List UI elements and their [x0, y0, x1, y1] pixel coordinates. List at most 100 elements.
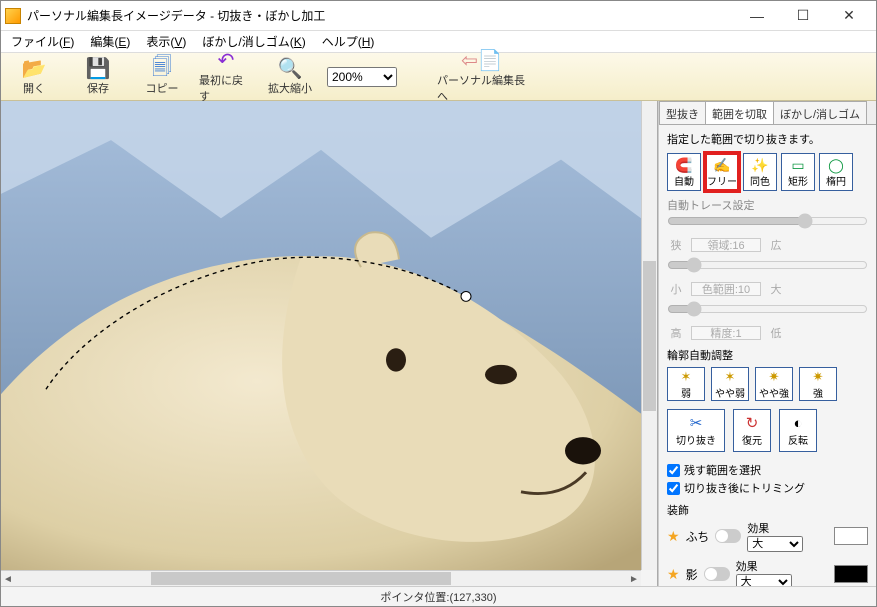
folder-open-icon: 📂: [22, 58, 47, 80]
area-value: [691, 238, 761, 252]
vscroll-thumb[interactable]: [643, 261, 656, 411]
close-button[interactable]: ✕: [826, 2, 872, 30]
zoom-select[interactable]: 200%: [327, 67, 397, 87]
narrow-label: 狭: [667, 237, 685, 253]
fuchi-size-select[interactable]: 大: [747, 536, 803, 552]
fuchi-toggle[interactable]: [715, 529, 741, 543]
adjust-mid-strong[interactable]: ✷やや強: [755, 367, 793, 401]
undo-label: 最初に戻す: [199, 72, 253, 104]
app-icon: [5, 8, 21, 24]
tool-ellipse[interactable]: ◯楕円: [819, 153, 853, 191]
maximize-button[interactable]: ☐: [780, 2, 826, 30]
prec-row: 高 低: [667, 325, 868, 341]
vertical-scrollbar[interactable]: [641, 101, 657, 570]
decorate-section: 装飾 ★ ふち 効果 大 ★ 影 効果: [667, 502, 868, 586]
selection-tools: 🧲自動 ✍フリー ✨同色 ▭矩形 ◯楕円: [667, 153, 868, 191]
tool-rect[interactable]: ▭矩形: [781, 153, 815, 191]
side-panel: 型抜き 範囲を切取 ぼかし/消しゴム 指定した範囲で切り抜きます。 🧲自動 ✍フ…: [658, 101, 876, 586]
horizontal-scrollbar[interactable]: ◄ ►: [1, 570, 641, 586]
wide-label: 広: [767, 237, 785, 253]
kage-toggle[interactable]: [704, 567, 730, 581]
invert-button[interactable]: ◐反転: [779, 409, 817, 452]
floppy-icon: 💾: [86, 58, 111, 80]
save-button[interactable]: 💾 保存: [71, 58, 125, 96]
magnet-icon: 🧲: [675, 157, 692, 173]
canvas-wrap: ◄ ►: [1, 101, 658, 586]
zoom-select-wrap: 200%: [327, 67, 397, 87]
kage-effect-label: 効果: [736, 558, 828, 574]
tab-katanuki[interactable]: 型抜き: [659, 101, 706, 124]
restore-button[interactable]: ↻復元: [733, 409, 771, 452]
low-label: 低: [767, 325, 785, 341]
open-label: 開く: [23, 80, 45, 96]
undo-button[interactable]: ↶ 最初に戻す: [199, 50, 253, 104]
canvas[interactable]: ◄ ►: [1, 101, 658, 586]
deco-fuchi-row: ★ ふち 効果 大: [667, 520, 868, 552]
kage-color-swatch[interactable]: [834, 565, 868, 583]
check-keep-box[interactable]: [667, 464, 680, 477]
expand-icon: ✷: [769, 369, 780, 385]
copy-label: コピー: [146, 80, 179, 96]
minimize-button[interactable]: —: [734, 2, 780, 30]
adjust-strong[interactable]: ✷強: [799, 367, 837, 401]
tool-same-color[interactable]: ✨同色: [743, 153, 777, 191]
rectangle-icon: ▭: [791, 157, 804, 173]
scribble-icon: ✍: [713, 157, 730, 173]
menu-view[interactable]: 表示(V): [140, 31, 192, 52]
tab-bokashi[interactable]: ぼかし/消しゴム: [773, 101, 867, 124]
panel-tabs: 型抜き 範囲を切取 ぼかし/消しゴム: [659, 101, 876, 125]
trace-label: 自動トレース設定: [667, 197, 868, 213]
color-slider: [667, 301, 868, 317]
deco-label: 装飾: [667, 502, 868, 518]
return-label: パーソナル編集長へ: [437, 72, 527, 104]
ellipse-icon: ◯: [828, 157, 844, 173]
check-trim[interactable]: 切り抜き後にトリミング: [667, 480, 868, 496]
expand2-icon: ✷: [813, 369, 824, 385]
contract2-icon: ✶: [725, 369, 736, 385]
hscroll-left-arrow[interactable]: ◄: [1, 572, 15, 586]
bear-image: [1, 101, 641, 570]
hscroll-thumb[interactable]: [151, 572, 451, 585]
menu-help[interactable]: ヘルプ(H): [316, 31, 381, 52]
tab-kiritori[interactable]: 範囲を切取: [705, 101, 774, 124]
return-button[interactable]: ⇦📄 パーソナル編集長へ: [437, 50, 527, 104]
menu-file[interactable]: ファイル(F): [5, 31, 80, 52]
zoom-button[interactable]: 🔍 拡大縮小: [263, 58, 317, 96]
check-keep[interactable]: 残す範囲を選択: [667, 462, 868, 478]
kage-size-select[interactable]: 大: [736, 574, 792, 586]
small-label: 小: [667, 281, 685, 297]
contour-label: 輪郭自動調整: [667, 347, 868, 363]
adjust-mid-weak[interactable]: ✶やや弱: [711, 367, 749, 401]
window-title: パーソナル編集長イメージデータ - 切抜き・ぼかし加工: [27, 7, 734, 24]
wand-icon: ✨: [751, 157, 768, 173]
return-icon: ⇦📄: [461, 50, 503, 72]
fuchi-effect-label: 効果: [747, 520, 828, 536]
prec-value: [691, 326, 761, 340]
trace-top-slider: [667, 213, 868, 229]
high-label: 高: [667, 325, 685, 341]
menu-edit[interactable]: 編集(E): [84, 31, 136, 52]
contract-icon: ✶: [681, 369, 692, 385]
checks: 残す範囲を選択 切り抜き後にトリミング: [667, 462, 868, 496]
action-row: ✂切り抜き ↻復元 ◐反転: [667, 409, 868, 452]
area-row: 狭 広: [667, 237, 868, 253]
fuchi-color-swatch[interactable]: [834, 527, 868, 545]
tool-free[interactable]: ✍フリー: [705, 153, 739, 191]
toolbar: 📂 開く 💾 保存 🗐 コピー ↶ 最初に戻す 🔍 拡大縮小 200% ⇦📄 パ…: [1, 53, 876, 101]
cut-button[interactable]: ✂切り抜き: [667, 409, 725, 452]
scissors-icon: ✂: [690, 414, 703, 432]
big-label: 大: [767, 281, 785, 297]
hscroll-right-arrow[interactable]: ►: [627, 572, 641, 586]
statusbar: ポインタ位置:(127,330): [1, 586, 876, 606]
contour-adjust-row: ✶弱 ✶やや弱 ✷やや強 ✷強: [667, 367, 868, 401]
star-icon: ★: [667, 528, 680, 545]
color-value: [691, 282, 761, 296]
undo2-icon: ↻: [746, 414, 759, 432]
open-button[interactable]: 📂 開く: [7, 58, 61, 96]
check-trim-box[interactable]: [667, 482, 680, 495]
copy-button[interactable]: 🗐 コピー: [135, 58, 189, 96]
tool-auto[interactable]: 🧲自動: [667, 153, 701, 191]
titlebar: パーソナル編集長イメージデータ - 切抜き・ぼかし加工 — ☐ ✕: [1, 1, 876, 31]
adjust-weak[interactable]: ✶弱: [667, 367, 705, 401]
main-area: ◄ ► 型抜き 範囲を切取 ぼかし/消しゴム 指定した範囲で切り抜きます。 🧲自…: [1, 101, 876, 586]
